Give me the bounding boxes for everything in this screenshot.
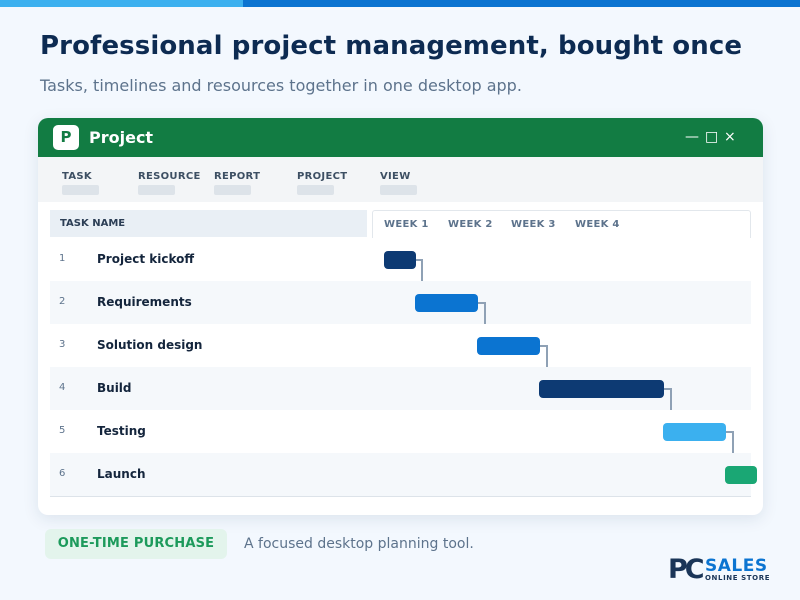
task-row-number: 2 bbox=[59, 296, 66, 307]
ribbon-tab-placeholder bbox=[62, 185, 99, 195]
dependency-connector bbox=[670, 388, 672, 410]
week-label: WEEK 2 bbox=[448, 219, 493, 230]
gantt-bar-build[interactable] bbox=[539, 380, 664, 398]
task-name-column-header[interactable]: TASK NAME bbox=[50, 210, 367, 237]
dependency-connector bbox=[421, 259, 423, 281]
close-icon[interactable]: × bbox=[724, 129, 736, 145]
ribbon-tab-label: TASK bbox=[62, 171, 92, 182]
task-name: Solution design bbox=[97, 338, 203, 352]
task-row-number: 4 bbox=[59, 382, 66, 393]
task-row[interactable]: 3 Solution design bbox=[50, 324, 751, 367]
task-row[interactable]: 6 Launch bbox=[50, 453, 751, 496]
task-name: Project kickoff bbox=[97, 252, 195, 266]
gantt-bar-solution-design[interactable] bbox=[477, 337, 540, 355]
window-title: Project bbox=[89, 128, 154, 147]
logo-sales-text: SALES bbox=[705, 556, 768, 576]
ribbon-tab-placeholder bbox=[380, 185, 417, 195]
gantt-bar-launch[interactable] bbox=[725, 466, 757, 484]
ribbon-tab-placeholder bbox=[138, 185, 175, 195]
timeline-header: WEEK 1 WEEK 2 WEEK 3 WEEK 4 bbox=[372, 210, 751, 238]
gantt-bar-project-kickoff[interactable] bbox=[384, 251, 416, 269]
gantt-bar-testing[interactable] bbox=[663, 423, 726, 441]
week-label: WEEK 4 bbox=[575, 219, 620, 230]
ribbon-tab-label: RESOURCE bbox=[138, 171, 201, 182]
app-logo-icon: P bbox=[53, 125, 79, 150]
ribbon-tab-project[interactable]: PROJECT bbox=[297, 171, 347, 195]
task-row-number: 5 bbox=[59, 425, 66, 436]
window-title-bar: P Project — □ × bbox=[38, 118, 763, 157]
task-name: Build bbox=[97, 381, 132, 395]
ribbon-tab-view[interactable]: VIEW bbox=[380, 171, 417, 195]
ribbon-tab-report[interactable]: REPORT bbox=[214, 171, 260, 195]
ribbon-tab-label: REPORT bbox=[214, 171, 261, 182]
task-name: Testing bbox=[97, 424, 146, 438]
task-name: Requirements bbox=[97, 295, 192, 309]
pcsales-logo: PC SALES ONLINE STORE bbox=[668, 556, 776, 586]
top-accent-bar bbox=[0, 0, 800, 7]
task-name: Launch bbox=[97, 467, 146, 481]
task-row[interactable]: 5 Testing bbox=[50, 410, 751, 453]
maximize-icon[interactable]: □ bbox=[705, 129, 718, 145]
ribbon-tab-label: VIEW bbox=[380, 171, 411, 182]
app-window: P Project — □ × TASK RESOURCE REPORT PRO… bbox=[38, 118, 763, 515]
footer-tagline: A focused desktop planning tool. bbox=[244, 536, 474, 552]
ribbon-tab-placeholder bbox=[297, 185, 334, 195]
ribbon-tab-task[interactable]: TASK bbox=[62, 171, 99, 195]
minimize-icon[interactable]: — bbox=[685, 129, 699, 145]
top-accent-highlight bbox=[0, 0, 243, 7]
dependency-connector bbox=[484, 302, 486, 324]
ribbon-tab-label: PROJECT bbox=[297, 171, 348, 182]
dependency-connector bbox=[546, 345, 548, 367]
task-row-number: 1 bbox=[59, 253, 66, 264]
ribbon-toolbar: TASK RESOURCE REPORT PROJECT VIEW bbox=[38, 157, 763, 202]
task-row-number: 6 bbox=[59, 468, 66, 479]
dependency-connector bbox=[732, 431, 734, 453]
week-label: WEEK 1 bbox=[384, 219, 429, 230]
task-row-number: 3 bbox=[59, 339, 66, 350]
task-name-header-label: TASK NAME bbox=[60, 218, 126, 229]
grid-bottom-divider bbox=[50, 496, 751, 497]
logo-pc-text: PC bbox=[668, 554, 705, 585]
one-time-purchase-badge: ONE-TIME PURCHASE bbox=[45, 529, 227, 559]
page-headline: Professional project management, bought … bbox=[40, 31, 743, 61]
logo-store-text: ONLINE STORE bbox=[705, 574, 771, 582]
gantt-bar-requirements[interactable] bbox=[415, 294, 478, 312]
page-subheadline: Tasks, timelines and resources together … bbox=[40, 76, 522, 95]
ribbon-tab-resource[interactable]: RESOURCE bbox=[138, 171, 201, 195]
ribbon-tab-placeholder bbox=[214, 185, 251, 195]
week-label: WEEK 3 bbox=[511, 219, 556, 230]
task-row[interactable]: 2 Requirements bbox=[50, 281, 751, 324]
